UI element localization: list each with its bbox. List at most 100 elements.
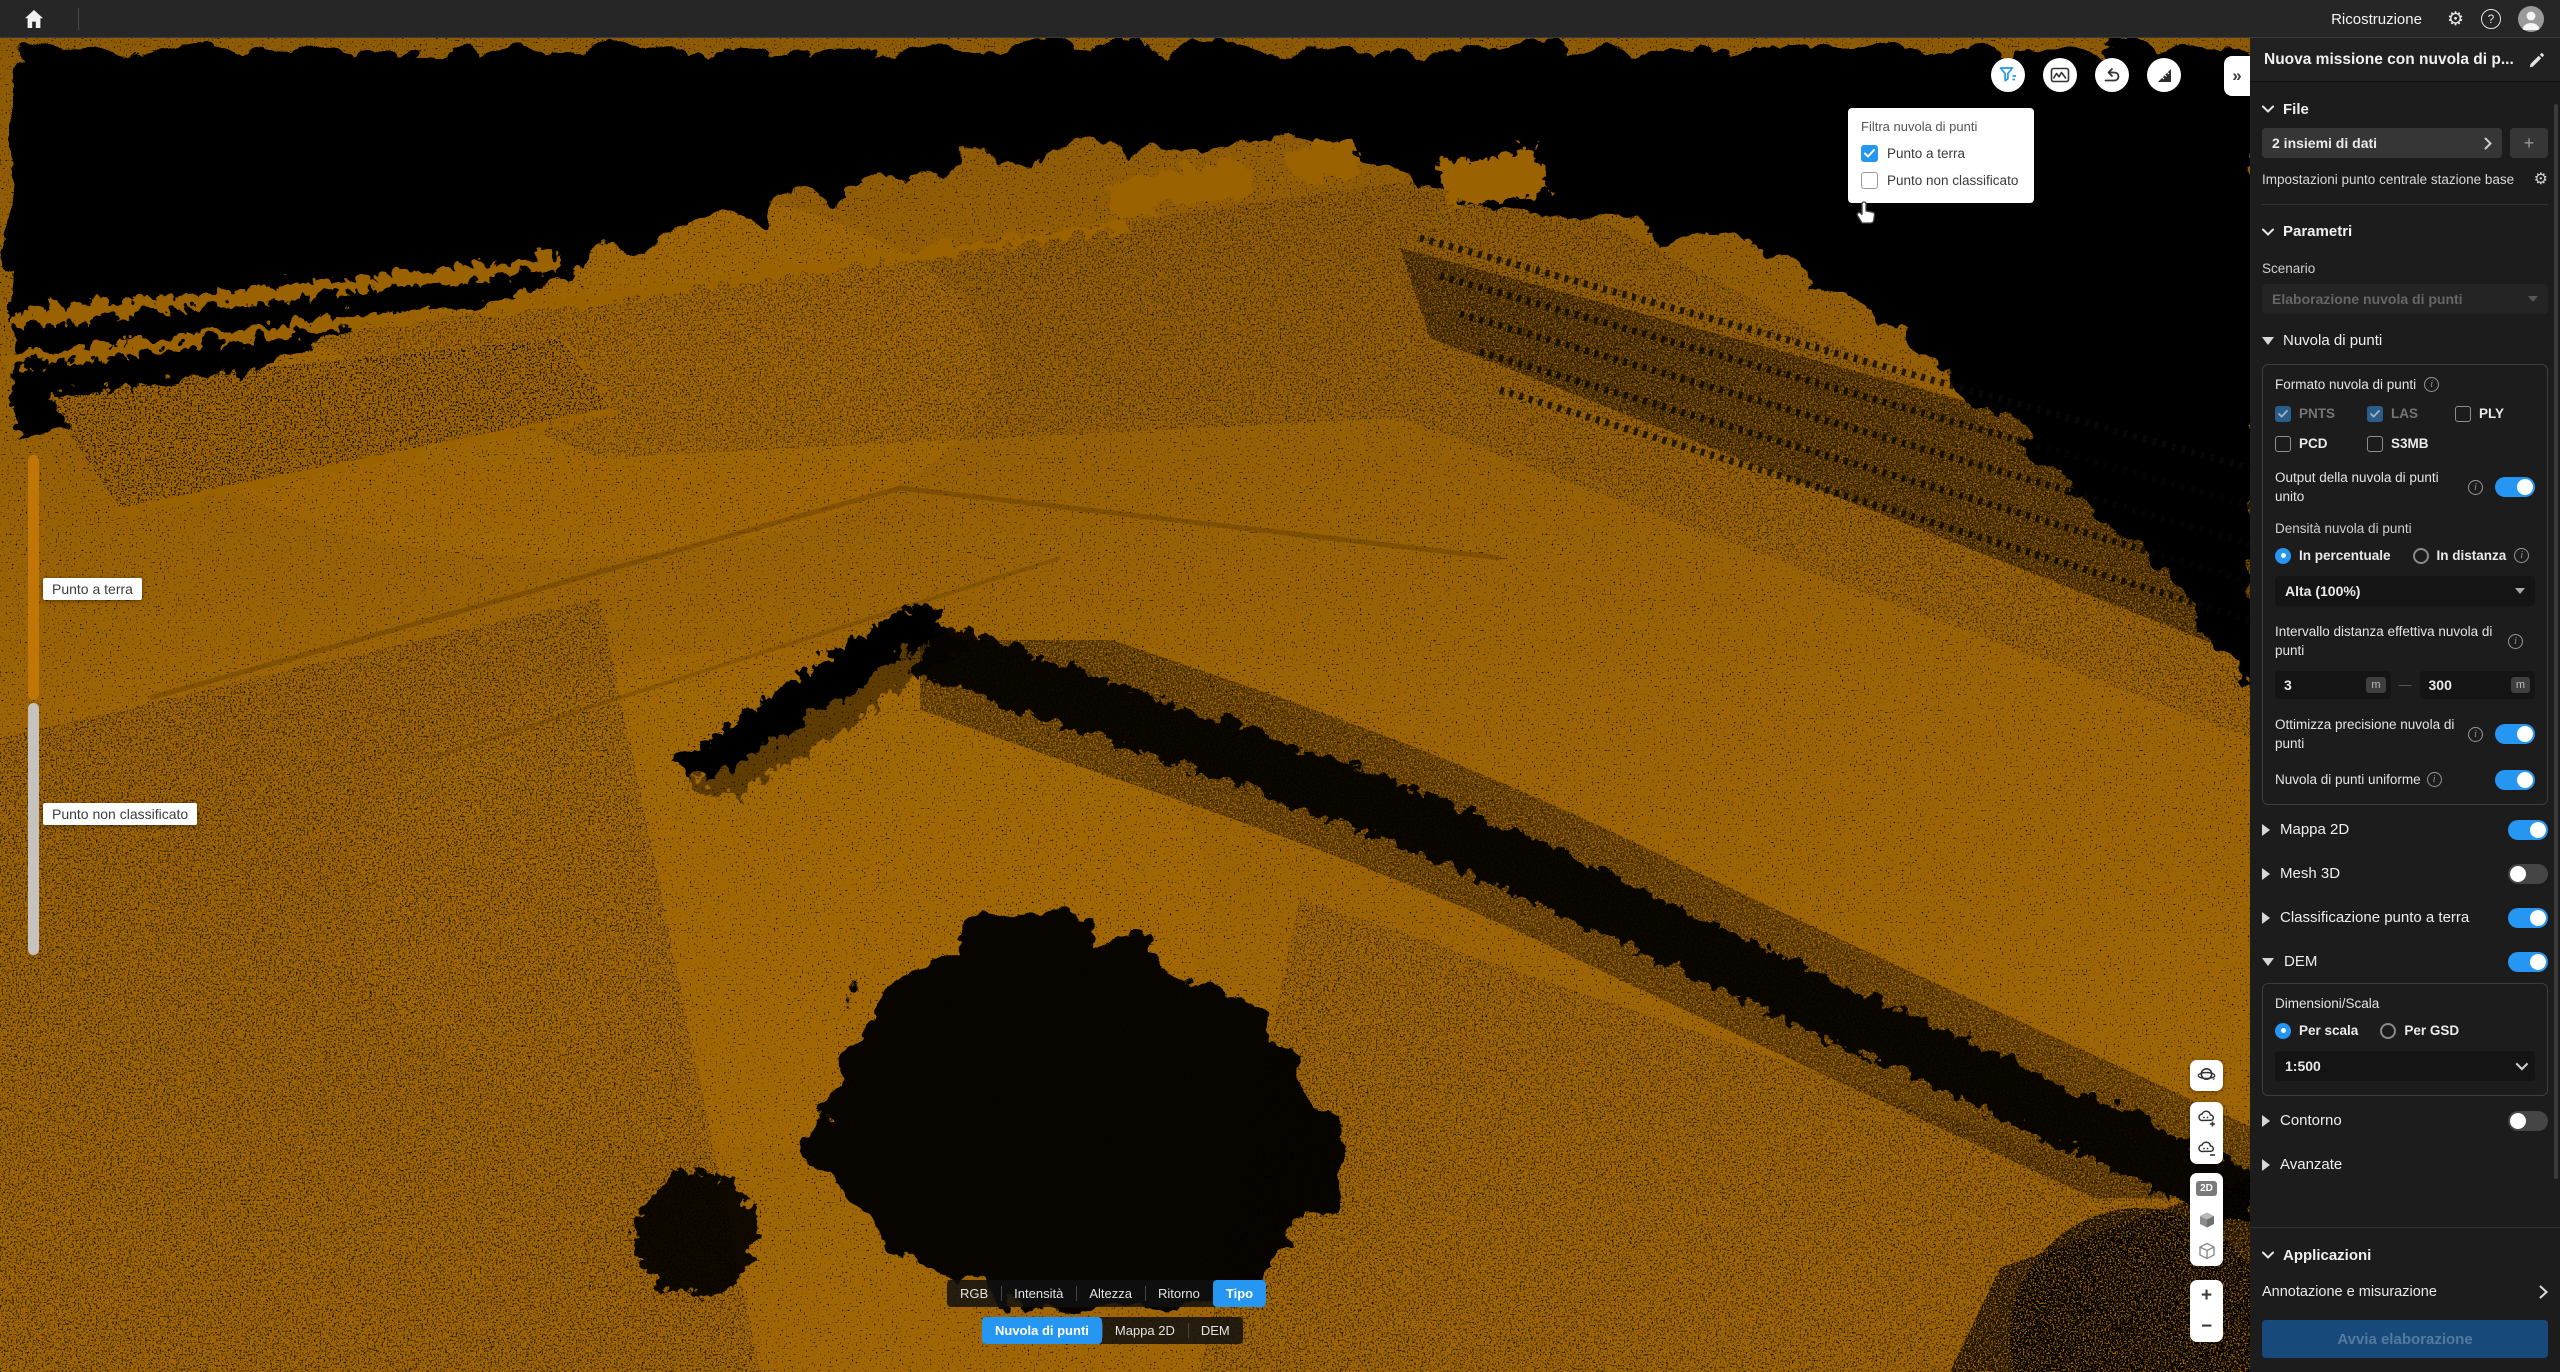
scenario-label: Scenario (2262, 261, 2548, 276)
tab-altezza[interactable]: Altezza (1076, 1280, 1145, 1307)
measure-button[interactable] (2147, 58, 2181, 92)
sidebar-scroll-area[interactable]: File 2 insiemi di dati + Impostazioni pu… (2250, 82, 2560, 1227)
checkbox-unchecked-icon[interactable] (2455, 406, 2471, 422)
uniform-row: Nuvola di punti uniforme i (2275, 770, 2535, 790)
format-pcd[interactable]: PCD (2275, 436, 2367, 452)
tab-nuvola-di-punti[interactable]: Nuvola di punti (982, 1317, 1102, 1344)
format-pnts: PNTS (2275, 406, 2367, 422)
tab-ritorno[interactable]: Ritorno (1145, 1280, 1213, 1307)
decrease-point-size-button[interactable] (2190, 1133, 2223, 1164)
tab-intensita[interactable]: Intensità (1001, 1280, 1076, 1307)
filter-point-cloud-button[interactable] (1991, 58, 2025, 92)
section-parameters[interactable]: Parametri (2262, 213, 2548, 251)
checkbox-checked-disabled-icon (2367, 406, 2383, 422)
terrain-display-button[interactable] (2043, 58, 2077, 92)
sidebar-scrollbar[interactable] (2554, 104, 2558, 1179)
dem-toggle[interactable] (2508, 952, 2548, 972)
section-dem[interactable]: DEM (2262, 943, 2548, 981)
home-icon[interactable] (22, 7, 46, 31)
format-las: LAS (2367, 406, 2455, 422)
view-iso-button[interactable] (2190, 1204, 2223, 1235)
radio-unselected-icon[interactable] (2413, 548, 2429, 564)
topbar-divider (78, 8, 79, 30)
flight-route-button[interactable] (2095, 58, 2129, 92)
section-mappa-2d[interactable]: Mappa 2D (2262, 811, 2548, 849)
info-icon[interactable]: i (2424, 377, 2439, 392)
view-2d-button[interactable]: 2D (2190, 1173, 2223, 1204)
format-ply[interactable]: PLY (2455, 406, 2504, 422)
edit-pencil-icon[interactable] (2528, 51, 2546, 69)
zoom-out-button[interactable]: − (2190, 1311, 2223, 1342)
filter-funnel-icon (1998, 65, 2018, 85)
rotate-3d-button[interactable] (2190, 1060, 2223, 1091)
contour-toggle[interactable] (2508, 1111, 2548, 1131)
view-wireframe-button[interactable] (2190, 1235, 2223, 1266)
density-select[interactable]: Alta (100%) (2275, 576, 2535, 606)
uniform-toggle[interactable] (2495, 770, 2535, 790)
info-icon[interactable]: i (2514, 548, 2529, 563)
avatar[interactable] (2518, 6, 2544, 32)
filter-option-label: Punto a terra (1887, 146, 1965, 161)
point-cloud-panel: Formato nuvola di punti i PNTS LAS PLY (2262, 364, 2548, 805)
tab-mappa-2d[interactable]: Mappa 2D (1102, 1317, 1188, 1344)
dem-scale-select[interactable]: 1:500 (2275, 1051, 2535, 1081)
section-ground-classification[interactable]: Classificazione punto a terra (2262, 899, 2548, 937)
radio-selected-icon[interactable] (2275, 1023, 2291, 1039)
section-file[interactable]: File (2262, 90, 2548, 128)
tab-tipo[interactable]: Tipo (1213, 1280, 1266, 1307)
format-label-row: Formato nuvola di punti i (2275, 377, 2535, 392)
checkbox-unchecked-icon[interactable] (2275, 436, 2291, 452)
zoom-in-button[interactable]: + (2190, 1280, 2223, 1311)
tab-dem[interactable]: DEM (1188, 1317, 1243, 1344)
range-label: Intervallo distanza effettiva nuvola di … (2275, 622, 2496, 661)
ground-classification-toggle[interactable] (2508, 908, 2548, 928)
section-contour[interactable]: Contorno (2262, 1102, 2548, 1140)
mappa-2d-label: Mappa 2D (2280, 821, 2498, 838)
info-icon[interactable]: i (2427, 772, 2442, 787)
annotation-measure-row[interactable]: Annotazione e misurazione (2262, 1274, 2548, 1310)
collapse-sidebar-button[interactable]: » (2224, 56, 2250, 96)
subsection-point-cloud[interactable]: Nuvola di punti (2262, 324, 2548, 358)
cube-solid-icon (2197, 1210, 2217, 1230)
range-min-input[interactable]: 3 m (2275, 671, 2391, 699)
increase-point-size-button[interactable] (2190, 1102, 2223, 1133)
datasets-button[interactable]: 2 insiemi di dati (2262, 128, 2502, 158)
display-mode-tabbar: RGB Intensità Altezza Ritorno Tipo (947, 1280, 1266, 1307)
add-dataset-button[interactable]: + (2510, 128, 2548, 158)
start-processing-button[interactable]: Avvia elaborazione (2262, 1320, 2548, 1358)
mesh-3d-toggle[interactable] (2508, 864, 2548, 884)
checkbox-checked-icon[interactable] (1861, 145, 1878, 162)
info-icon[interactable]: i (2468, 727, 2483, 742)
filter-option-ground[interactable]: Punto a terra (1861, 145, 2021, 162)
filter-option-unclassified[interactable]: Punto non classificato (1861, 172, 2021, 189)
dem-panel: Dimensioni/Scala Per scala Per GSD 1:500 (2262, 983, 2548, 1096)
format-s3mb[interactable]: S3MB (2367, 436, 2429, 452)
density-label: Densità nuvola di punti (2275, 521, 2535, 536)
radio-unselected-icon[interactable] (2380, 1023, 2396, 1039)
info-icon[interactable]: i (2468, 480, 2483, 495)
base-station-gear-icon[interactable]: ⚙ (2534, 172, 2548, 188)
optimize-toggle[interactable] (2495, 724, 2535, 744)
format-label-ply: PLY (2479, 406, 2504, 421)
tab-rgb[interactable]: RGB (947, 1280, 1001, 1307)
point-cloud-viewport[interactable]: Punto a terra Punto non classificato » F… (0, 38, 2250, 1372)
help-icon[interactable]: ? (2481, 9, 2501, 29)
radio-selected-icon[interactable] (2275, 548, 2291, 564)
checkbox-unchecked-icon[interactable] (1861, 172, 1878, 189)
info-icon[interactable]: i (2508, 634, 2523, 649)
checkbox-unchecked-icon[interactable] (2367, 436, 2383, 452)
format-row-2: PCD S3MB (2275, 436, 2535, 452)
mesh-3d-label: Mesh 3D (2280, 865, 2498, 882)
section-applications[interactable]: Applicazioni (2262, 1236, 2548, 1274)
range-max-input[interactable]: 300 m (2420, 671, 2536, 699)
merged-output-toggle[interactable] (2495, 477, 2535, 497)
layer-tabbar: Nuvola di punti Mappa 2D DEM (982, 1317, 1243, 1344)
optimize-row: Ottimizza precisione nuvola di punti i (2275, 715, 2535, 754)
mappa-2d-toggle[interactable] (2508, 820, 2548, 840)
settings-gear-icon[interactable]: ⚙ (2447, 10, 2464, 29)
section-file-label: File (2283, 101, 2309, 118)
range-dash: — (2399, 677, 2412, 692)
nav-group-view-mode: 2D (2190, 1173, 2223, 1266)
section-advanced[interactable]: Avanzate (2262, 1146, 2548, 1184)
section-mesh-3d[interactable]: Mesh 3D (2262, 855, 2548, 893)
